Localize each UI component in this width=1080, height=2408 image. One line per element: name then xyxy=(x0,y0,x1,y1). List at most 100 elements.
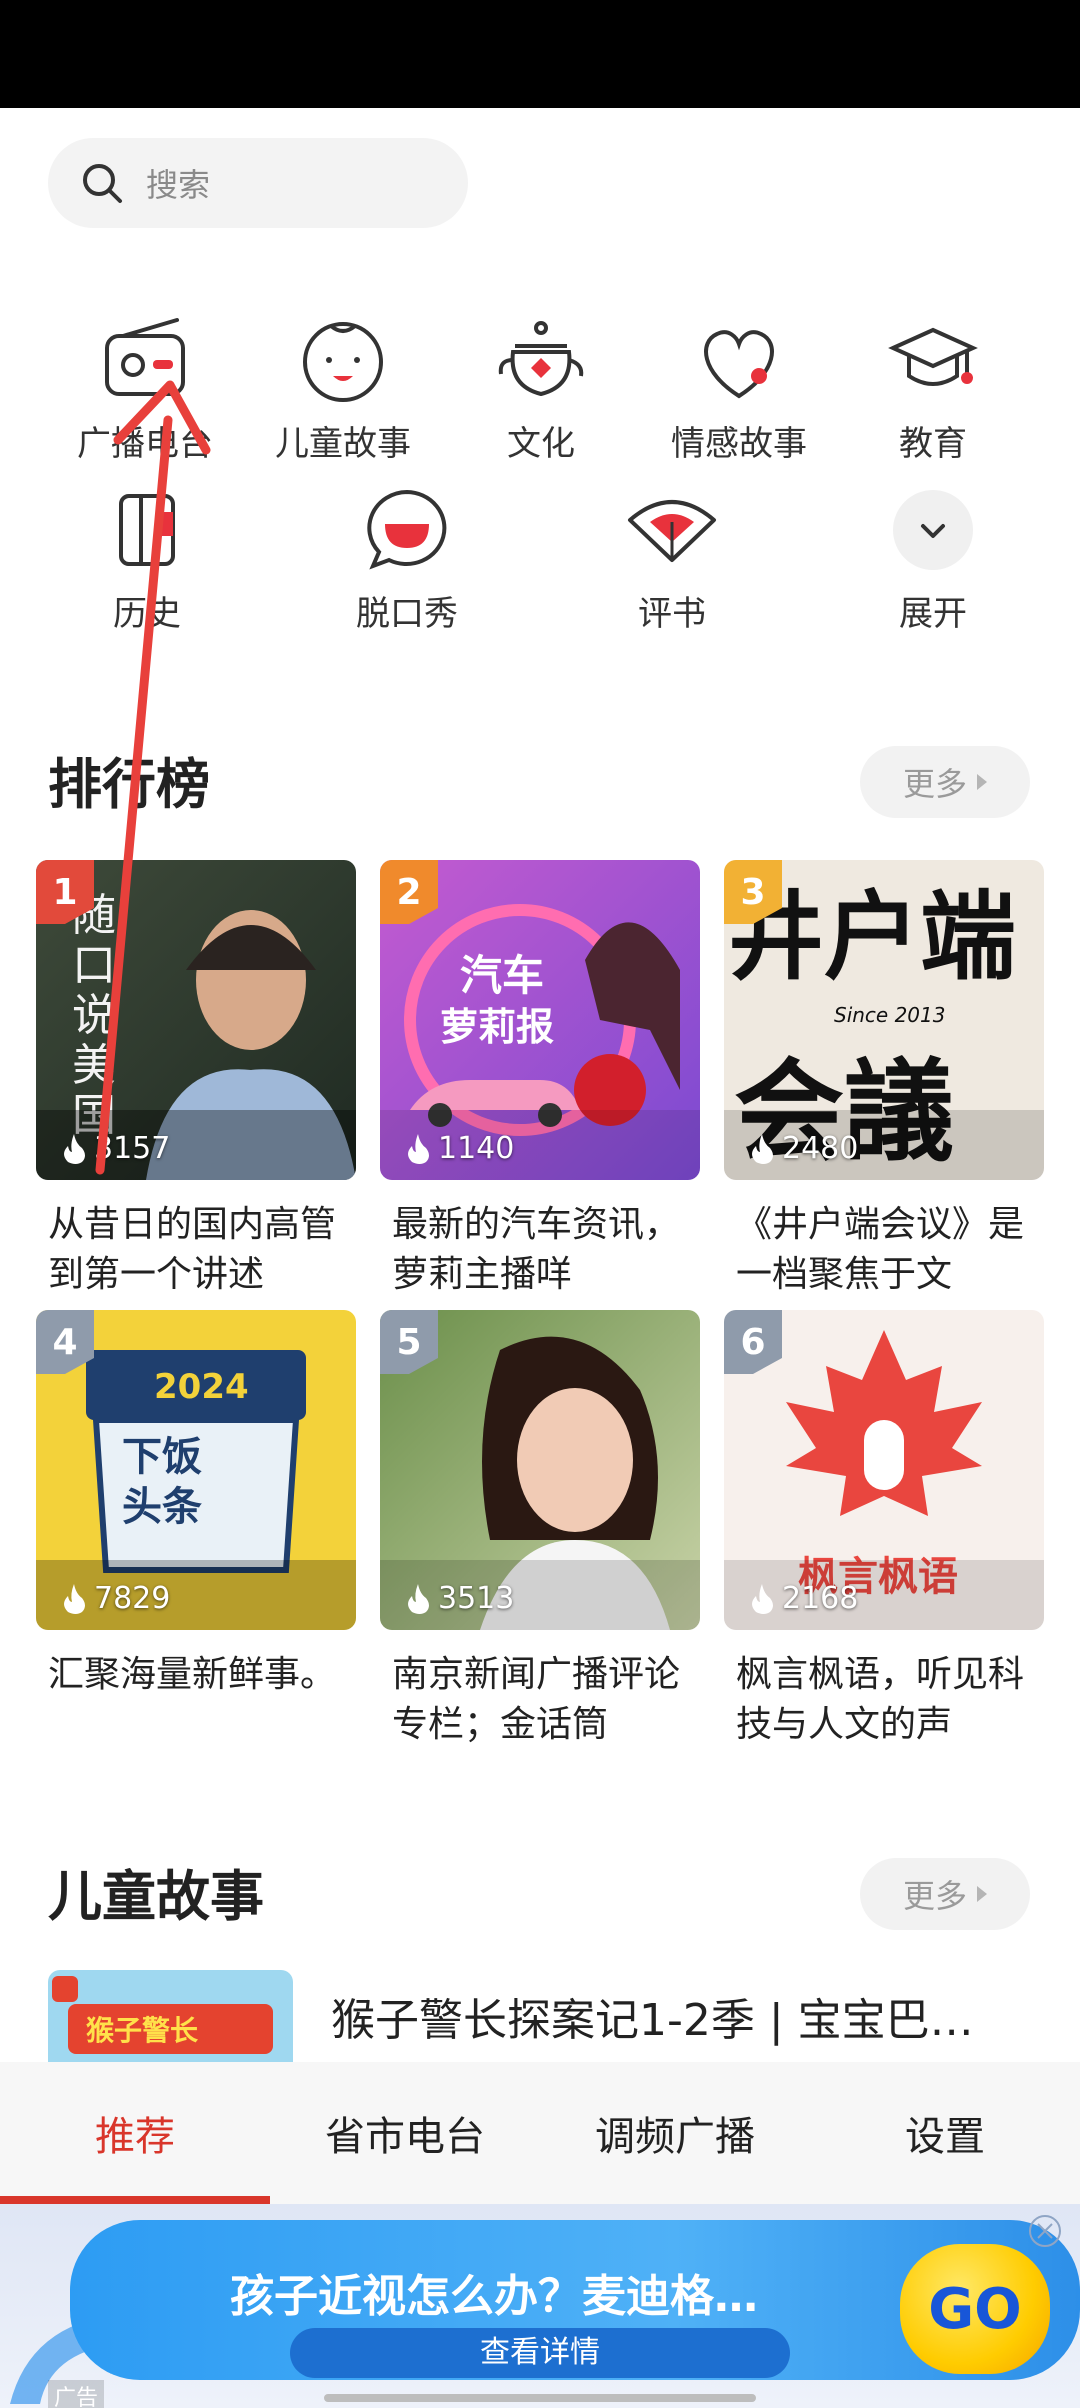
category-label: 评书 xyxy=(638,594,706,634)
radio-icon xyxy=(105,318,185,396)
status-bar xyxy=(0,0,1080,108)
svg-text:头条: 头条 xyxy=(122,1484,202,1530)
play-count-value: 7829 xyxy=(94,1581,171,1616)
category-kids-story[interactable]: 儿童故事 xyxy=(243,312,443,464)
fire-icon xyxy=(64,1583,85,1614)
card-description: 南京新闻广播评论专栏；金话筒 xyxy=(392,1654,681,1745)
svg-text:Since 2013: Since 2013 xyxy=(834,1003,945,1027)
fire-icon xyxy=(64,1133,85,1164)
tab-fm-radio[interactable]: 调频广播 xyxy=(540,2062,810,2204)
kids-more-button[interactable]: 更多 xyxy=(860,1858,1030,1930)
category-label: 情感故事 xyxy=(671,424,807,464)
cover-text: 汽车 xyxy=(460,951,544,1000)
chevron-right-icon xyxy=(977,774,987,790)
ad-cta-button[interactable]: 查看详情 xyxy=(290,2328,790,2378)
ranking-more-button[interactable]: 更多 xyxy=(860,746,1030,818)
fire-icon xyxy=(752,1583,773,1614)
category-emotion[interactable]: 情感故事 xyxy=(639,312,839,464)
svg-text:说: 说 xyxy=(72,990,116,1041)
category-radio[interactable]: 广播电台 xyxy=(45,312,245,464)
ranking-card-6[interactable]: 枫言枫语 6 2168 枫言枫语，听见科技与人文的声 xyxy=(724,1310,1044,1750)
tab-settings[interactable]: 设置 xyxy=(810,2062,1080,2204)
more-label: 更多 xyxy=(902,765,967,803)
svg-text:2024: 2024 xyxy=(154,1367,249,1407)
svg-text:口: 口 xyxy=(72,940,116,991)
kids-section-title: 儿童故事 xyxy=(48,1865,264,1928)
teapot-icon xyxy=(498,321,584,397)
ad-go-button[interactable]: GO xyxy=(900,2244,1050,2374)
category-storytelling[interactable]: 评书 xyxy=(572,482,772,634)
card-cover: 随 口 说 美 国 1 3157 xyxy=(36,860,356,1180)
bottom-tab-bar: 推荐 省市电台 调频广播 设置 xyxy=(0,2062,1080,2204)
category-label: 脱口秀 xyxy=(356,594,458,634)
ad-banner[interactable]: 孩子近视怎么办？麦迪格… 查看详情 GO 广告 xyxy=(0,2204,1080,2408)
heart-icon xyxy=(704,330,774,399)
play-count-value: 2480 xyxy=(782,1131,859,1166)
tab-provincial-stations[interactable]: 省市电台 xyxy=(270,2062,540,2204)
category-label: 文化 xyxy=(507,424,575,464)
ranking-card-5[interactable]: 5 3513 南京新闻广播评论专栏；金话筒 xyxy=(380,1310,700,1750)
play-count: 2168 xyxy=(748,1581,858,1616)
ad-label: 广告 xyxy=(48,2380,105,2408)
card-description: 汇聚海量新鲜事。 xyxy=(48,1654,337,1695)
category-talkshow[interactable]: 脱口秀 xyxy=(307,482,507,634)
chevron-right-icon xyxy=(977,1886,987,1902)
svg-text:萝莉报: 萝莉报 xyxy=(440,1005,554,1049)
ranking-card-1[interactable]: 随 口 说 美 国 1 3157 从昔日的国内高管到第一个讲述 xyxy=(36,860,356,1300)
card-cover: 井户端 Since 2013 会議 3 2480 xyxy=(724,860,1044,1180)
story-title: 猴子警长探案记1-2季 | 宝宝巴… xyxy=(331,1995,974,2046)
play-count: 3513 xyxy=(404,1581,514,1616)
svg-text:猴子警长: 猴子警长 xyxy=(86,2014,198,2047)
card-cover: 枫言枫语 6 2168 xyxy=(724,1310,1044,1630)
category-label: 历史 xyxy=(113,594,181,634)
more-label: 更多 xyxy=(902,1877,967,1915)
scroll-icon xyxy=(119,494,175,566)
tab-recommend[interactable]: 推荐 xyxy=(0,2062,270,2204)
graduation-cap-icon xyxy=(888,327,978,386)
card-description: 最新的汽车资讯，萝莉主播咩 xyxy=(392,1204,681,1295)
fire-icon xyxy=(408,1133,429,1164)
search-icon xyxy=(83,164,122,203)
fire-icon xyxy=(752,1133,773,1164)
svg-text:美: 美 xyxy=(72,1040,116,1091)
home-indicator xyxy=(324,2394,756,2402)
category-history[interactable]: 历史 xyxy=(47,482,247,634)
play-count-value: 3157 xyxy=(94,1131,171,1166)
fan-icon xyxy=(628,500,716,562)
play-count: 7829 xyxy=(60,1581,170,1616)
category-culture[interactable]: 文化 xyxy=(441,312,641,464)
play-count: 2480 xyxy=(748,1131,858,1166)
ad-headline: 孩子近视怎么办？麦迪格… xyxy=(230,2271,758,2322)
category-label: 展开 xyxy=(899,594,967,634)
close-icon[interactable] xyxy=(1028,2214,1062,2248)
category-expand[interactable]: 展开 xyxy=(833,482,1033,634)
ranking-card-3[interactable]: 井户端 Since 2013 会議 3 2480 《井户端会议》是一档聚焦于文 xyxy=(724,860,1044,1300)
kids-story-item[interactable]: 猴子警长 猴子警长探案记1-2季 | 宝宝巴… xyxy=(48,1970,1038,2062)
chevron-down-icon xyxy=(893,490,973,570)
fire-icon xyxy=(408,1583,429,1614)
story-thumbnail: 猴子警长 xyxy=(48,1970,293,2062)
card-cover: 2024 下饭 头条 4 7829 xyxy=(36,1310,356,1630)
card-cover: 汽车 萝莉报 2 1140 xyxy=(380,860,700,1180)
child-face-icon xyxy=(303,322,383,402)
category-education[interactable]: 教育 xyxy=(833,312,1033,464)
card-description: 枫言枫语，听见科技与人文的声 xyxy=(736,1654,1025,1745)
ranking-title: 排行榜 xyxy=(48,753,210,816)
category-label: 儿童故事 xyxy=(275,424,411,464)
ranking-card-4[interactable]: 2024 下饭 头条 4 7829 汇聚海量新鲜事。 xyxy=(36,1310,356,1750)
search-input[interactable]: 搜索 xyxy=(48,138,468,228)
speech-bubble-icon xyxy=(367,489,447,570)
cover-text: 下饭 xyxy=(122,1434,202,1480)
play-count-value: 3513 xyxy=(438,1581,515,1616)
play-count-value: 1140 xyxy=(438,1131,515,1166)
category-label: 教育 xyxy=(899,424,967,464)
card-description: 《井户端会议》是一档聚焦于文 xyxy=(736,1204,1025,1295)
category-label: 广播电台 xyxy=(77,424,213,464)
play-count: 1140 xyxy=(404,1131,514,1166)
ranking-card-2[interactable]: 汽车 萝莉报 2 1140 最新的汽车资讯，萝莉主播咩 xyxy=(380,860,700,1300)
play-count-value: 2168 xyxy=(782,1581,859,1616)
search-placeholder: 搜索 xyxy=(146,166,211,204)
card-description: 从昔日的国内高管到第一个讲述 xyxy=(48,1204,337,1295)
play-count: 3157 xyxy=(60,1131,170,1166)
card-cover: 5 3513 xyxy=(380,1310,700,1630)
